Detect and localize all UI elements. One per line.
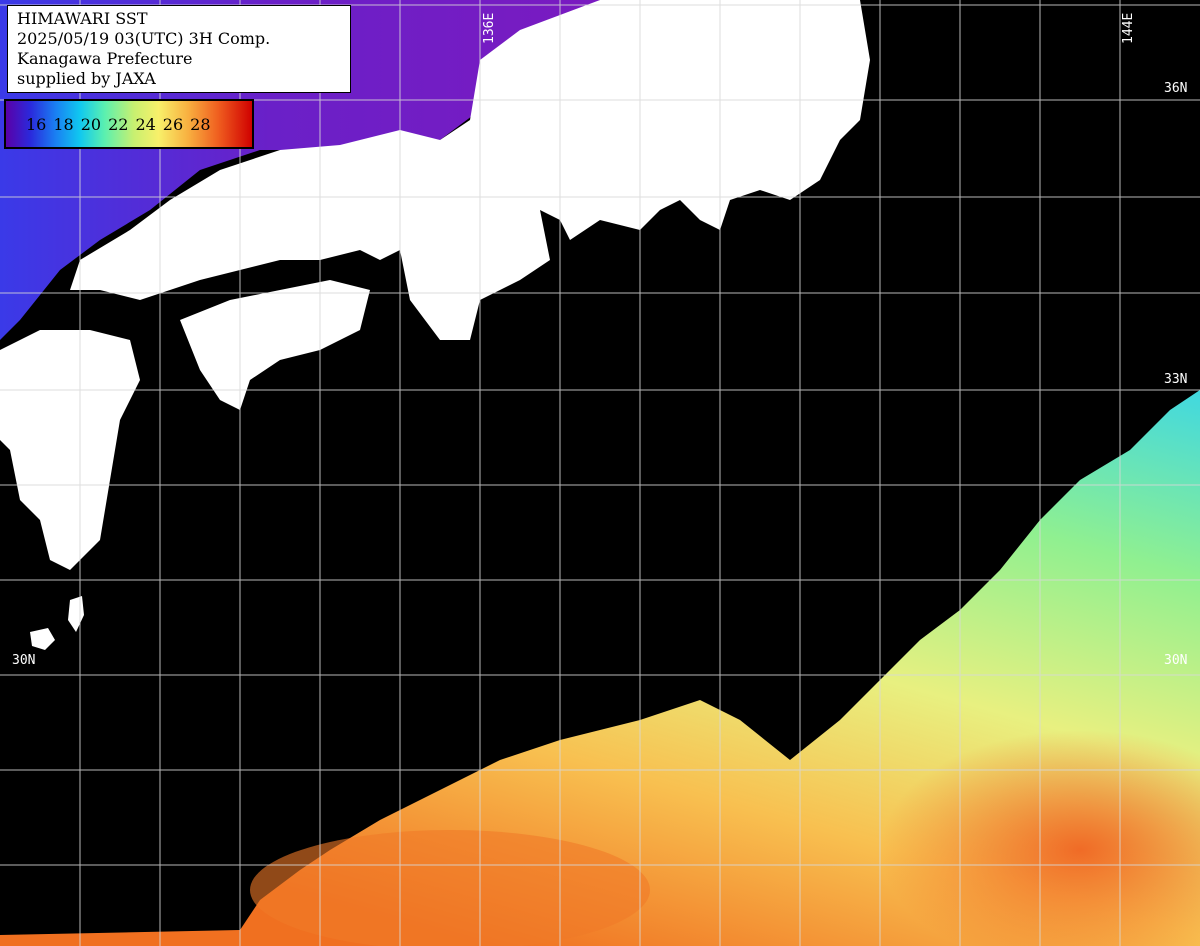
lat-label-33n: 33N: [1164, 372, 1188, 387]
lat-label-30n-right: 30N: [1164, 653, 1188, 668]
timestamp: 2025/05/19 03(UTC) 3H Comp.: [17, 29, 271, 48]
lat-label-30n-left: 30N: [12, 653, 36, 668]
info-box: HIMAWARI SST 2025/05/19 03(UTC) 3H Comp.…: [7, 5, 351, 93]
legend-value-22: 22: [108, 115, 129, 134]
color-scale-legend: 16 18 20 22 24 26 28: [4, 99, 254, 149]
lat-label-36n: 36N: [1164, 81, 1188, 96]
legend-value-24: 24: [135, 115, 156, 134]
legend-labels: 16 18 20 22 24 26 28: [26, 115, 218, 134]
lon-label-144e: 144E: [1121, 12, 1136, 44]
region-label: Kanagawa Prefecture: [17, 49, 193, 68]
warm-core-west: [250, 830, 650, 946]
legend-value-20: 20: [80, 115, 102, 134]
lat-label-33-left: 33: [12, 372, 28, 387]
product-title: HIMAWARI SST: [17, 9, 148, 28]
legend-value-18: 18: [53, 115, 74, 134]
credit-label: supplied by JAXA: [17, 69, 156, 88]
lon-label-136e: 136E: [482, 12, 497, 44]
legend-value-26: 26: [162, 115, 184, 134]
legend-value-28: 28: [190, 115, 211, 134]
legend-value-16: 16: [26, 115, 47, 134]
